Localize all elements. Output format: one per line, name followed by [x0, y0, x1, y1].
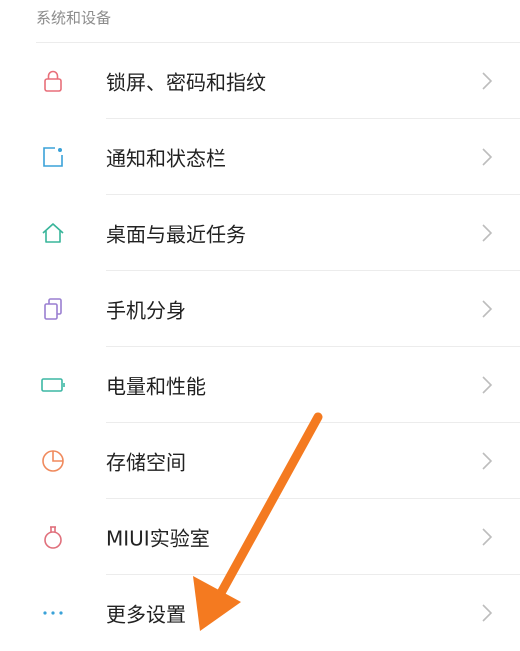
settings-item-home-screen[interactable]: 桌面与最近任务 [0, 195, 520, 271]
settings-item-label: 电量和性能 [106, 374, 206, 399]
settings-item-miui-lab[interactable]: MIUI实验室 [0, 499, 520, 575]
settings-item-label: 手机分身 [106, 298, 186, 323]
chevron-right-icon [482, 72, 493, 90]
settings-item-label: 通知和状态栏 [106, 146, 226, 171]
lock-icon [40, 68, 66, 94]
settings-list: 锁屏、密码和指纹 通知和状态栏 桌面与最近任务 手机分身 电量和性能 存储空间 … [0, 43, 520, 651]
chevron-right-icon [482, 376, 493, 394]
settings-item-label: 锁屏、密码和指纹 [106, 70, 266, 95]
section-header: 系统和设备 [36, 9, 112, 27]
settings-item-label: 桌面与最近任务 [106, 222, 246, 247]
dual-phone-icon [40, 296, 66, 322]
chevron-right-icon [482, 452, 493, 470]
settings-item-label: 存储空间 [106, 450, 186, 475]
settings-item-dual-apps[interactable]: 手机分身 [0, 271, 520, 347]
storage-pie-icon [40, 448, 66, 474]
settings-item-notifications[interactable]: 通知和状态栏 [0, 119, 520, 195]
settings-item-battery[interactable]: 电量和性能 [0, 347, 520, 423]
more-dots-icon [40, 600, 66, 626]
settings-item-storage[interactable]: 存储空间 [0, 423, 520, 499]
chevron-right-icon [482, 528, 493, 546]
settings-item-label: 更多设置 [106, 602, 186, 627]
chevron-right-icon [482, 604, 493, 622]
chevron-right-icon [482, 224, 493, 242]
notification-icon [40, 144, 66, 170]
battery-icon [40, 372, 66, 398]
chevron-right-icon [482, 300, 493, 318]
settings-item-more-settings[interactable]: 更多设置 [0, 575, 520, 651]
home-icon [40, 220, 66, 246]
settings-item-label: MIUI实验室 [106, 526, 210, 551]
settings-item-lock-screen[interactable]: 锁屏、密码和指纹 [0, 43, 520, 119]
chevron-right-icon [482, 148, 493, 166]
flask-icon [40, 524, 66, 550]
